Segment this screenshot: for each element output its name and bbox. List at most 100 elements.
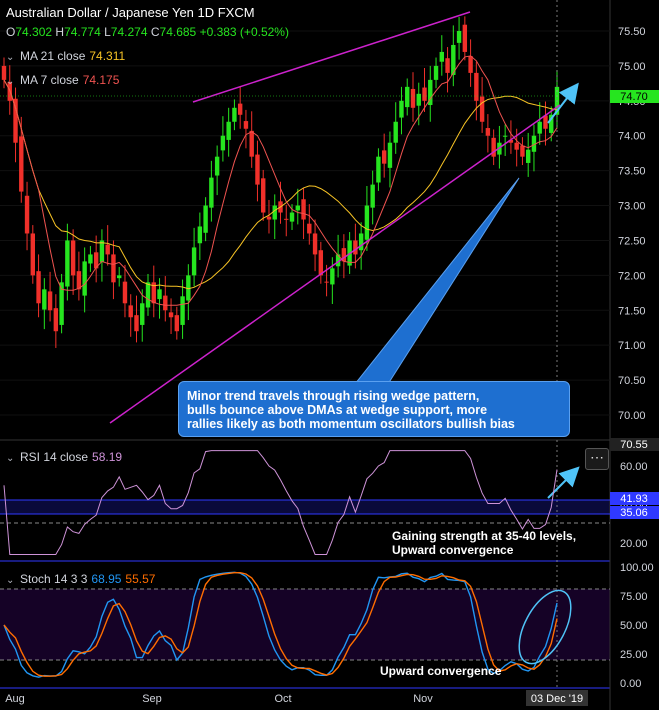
stoch-tick-label: 75.00	[620, 591, 648, 603]
candle-body	[163, 295, 168, 311]
close-value: 74.685	[159, 25, 197, 39]
candle-body	[525, 149, 531, 163]
rsi-note-line: Gaining strength at 35-40 levels,	[392, 529, 577, 543]
price-tick-label: 72.50	[618, 235, 646, 247]
candle-body	[289, 212, 295, 222]
candle-body	[255, 154, 260, 185]
ma21-legend[interactable]: ⌄ MA 21 close 74.311	[6, 49, 125, 63]
candle-body	[24, 195, 30, 234]
price-tick-label: 71.50	[618, 305, 646, 317]
candle-body	[30, 233, 36, 276]
rsi-annotation: Gaining strength at 35-40 levels, Upward…	[392, 529, 576, 557]
candle-body	[393, 121, 398, 143]
candle-body	[405, 86, 410, 108]
candle-body	[433, 65, 439, 80]
candle-body	[445, 58, 450, 73]
rsi-note-line: Upward convergence	[392, 543, 514, 557]
symbol-title: Australian Dollar / Japanese Yen 1D FXCM	[6, 5, 255, 20]
stoch-annotation: Upward convergence	[380, 664, 501, 678]
candle-body	[364, 205, 370, 240]
rsi-tick-label: 60.00	[620, 461, 648, 473]
price-axis[interactable]: 75.5075.0074.5074.0073.5073.0072.5072.00…	[618, 26, 654, 690]
candle-body	[272, 205, 277, 220]
candle-body	[197, 226, 203, 244]
stoch-legend[interactable]: ⌄ Stoch 14 3 3 68.95 55.57	[6, 572, 155, 586]
candle-body	[520, 145, 525, 157]
crosshair-price-label: 70.55	[620, 439, 648, 451]
change-value: +0.383 (+0.52%)	[199, 25, 289, 39]
callout-line: Minor trend travels through rising wedge…	[187, 389, 480, 403]
callout-line: bulls bounce above DMAs at wedge support…	[187, 403, 488, 417]
ma7-value: 74.175	[82, 73, 120, 87]
candle-body	[324, 281, 329, 283]
candle-body	[485, 128, 491, 136]
candle-body	[353, 240, 358, 255]
stoch-k-value: 68.95	[91, 572, 122, 586]
price-tick-label: 71.00	[618, 340, 646, 352]
candle-body	[422, 87, 427, 101]
stoch-tick-label: 50.00	[620, 620, 648, 632]
candle-body	[232, 107, 237, 122]
candle-body	[399, 100, 404, 118]
more-options-icon[interactable]: ⋯	[585, 448, 609, 470]
candle-body	[111, 254, 116, 283]
time-tick-label: Sep	[142, 693, 162, 705]
chevron-down-icon[interactable]: ⌄	[6, 575, 20, 586]
price-tick-label: 75.50	[618, 26, 646, 38]
candle-body	[456, 31, 462, 43]
candle-body	[19, 136, 24, 192]
candle-body	[99, 240, 105, 263]
open-value: 74.302	[15, 25, 53, 39]
price-tick-label: 73.00	[618, 201, 646, 213]
price-tick-label: 73.50	[618, 166, 646, 178]
candle-body	[543, 115, 548, 129]
analysis-callout: Minor trend travels through rising wedge…	[178, 381, 570, 437]
rsi-legend[interactable]: ⌄ RSI 14 close 58.19	[6, 450, 122, 464]
low-value: 74.274	[110, 25, 148, 39]
rsi-tick-label: 20.00	[620, 538, 648, 550]
time-tick-label: Aug	[5, 693, 25, 705]
candle-body	[249, 130, 254, 157]
candle-body	[312, 233, 318, 255]
candle-body	[76, 271, 82, 290]
candle-body	[381, 150, 387, 164]
rsi-level-label-lower: 35.06	[620, 507, 648, 519]
chart-canvas[interactable]: 75.5075.0074.5074.0073.5073.0072.5072.00…	[0, 0, 659, 710]
chart-title: Australian Dollar / Japanese Yen 1D FXCM	[6, 5, 255, 20]
chevron-down-icon[interactable]: ⌄	[6, 453, 20, 464]
callout-line: rallies likely as both momentum oscillat…	[187, 417, 515, 431]
candle-body	[157, 289, 162, 300]
chevron-down-icon[interactable]: ⌄	[6, 76, 20, 87]
candle-body	[295, 205, 300, 211]
candle-body	[88, 254, 93, 264]
stoch-d-value: 55.57	[125, 572, 156, 586]
chevron-down-icon[interactable]: ⌄	[6, 52, 20, 63]
time-axis[interactable]: Aug Sep Oct Nov	[5, 693, 433, 705]
price-tick-label: 74.00	[618, 131, 646, 143]
crosshair-date-label: 03 Dec '19	[531, 693, 583, 705]
candle-body	[203, 205, 208, 233]
candle-body	[36, 271, 41, 304]
candle-body	[358, 233, 364, 251]
candle-body	[174, 315, 180, 332]
price-tick-label: 72.00	[618, 270, 646, 282]
candle-body	[214, 156, 220, 176]
price-tick-label: 70.00	[618, 410, 646, 422]
candle-body	[226, 121, 231, 140]
stoch-note-text: Upward convergence	[380, 664, 502, 678]
high-value: 74.774	[64, 25, 101, 39]
rsi-level-band	[0, 500, 610, 514]
candle-body	[330, 268, 335, 285]
ohlc-readout: O74.302 H74.774 L74.274 C74.685 +0.383 (…	[6, 25, 289, 39]
candle-body	[502, 135, 508, 137]
rsi-level-label-upper: 41.93	[620, 493, 648, 505]
ma21-label: MA 21 close	[20, 49, 86, 63]
candle-body	[318, 250, 324, 276]
ma7-legend[interactable]: ⌄ MA 7 close 74.175	[6, 73, 119, 87]
candle-body	[220, 135, 226, 151]
price-tick-label: 70.50	[618, 375, 646, 387]
candle-body	[128, 305, 133, 318]
stoch-tick-label: 100.00	[620, 562, 654, 574]
candle-body	[47, 291, 53, 311]
candle-body	[134, 315, 139, 332]
